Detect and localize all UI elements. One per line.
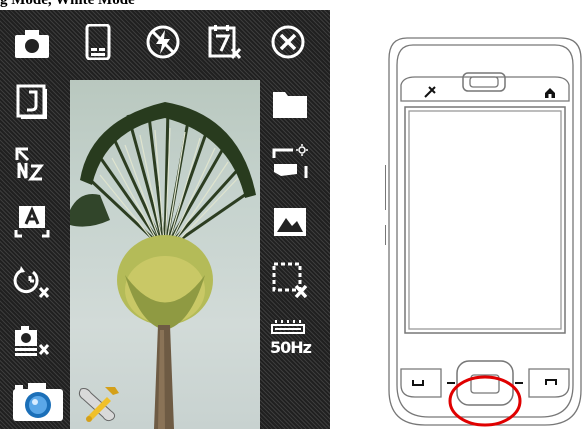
home-icon — [545, 88, 555, 98]
flicker-label: 50Hz — [270, 338, 312, 357]
camera-screen: 50Hz — [0, 10, 330, 429]
antenna-icon — [424, 86, 436, 98]
caption-text: g Mode, White Mode — [0, 0, 135, 8]
capture-icon[interactable] — [8, 380, 68, 424]
folder-icon[interactable] — [270, 84, 310, 124]
call-key-icon — [412, 380, 455, 386]
brightness-icon[interactable] — [270, 142, 310, 182]
flicker-icon[interactable]: 50Hz — [270, 318, 312, 362]
image-size-icon[interactable] — [12, 82, 52, 122]
close-icon[interactable] — [268, 22, 308, 62]
timestamp-off-icon[interactable] — [205, 22, 245, 62]
settings-icon[interactable] — [74, 382, 124, 426]
viewfinder-preview — [70, 80, 260, 429]
scene-icon[interactable] — [270, 202, 310, 242]
self-timer-off-icon[interactable] — [12, 262, 52, 302]
frame-off-icon[interactable] — [270, 260, 310, 300]
auto-mode-icon[interactable] — [12, 202, 52, 242]
flash-off-icon[interactable] — [143, 22, 183, 62]
end-call-key-icon — [515, 379, 557, 385]
storage-device-icon[interactable] — [78, 22, 118, 62]
camera-mode-icon[interactable] — [12, 24, 52, 64]
quality-icon[interactable] — [12, 144, 52, 184]
burst-off-icon[interactable] — [12, 320, 52, 360]
device-illustration — [385, 35, 585, 429]
